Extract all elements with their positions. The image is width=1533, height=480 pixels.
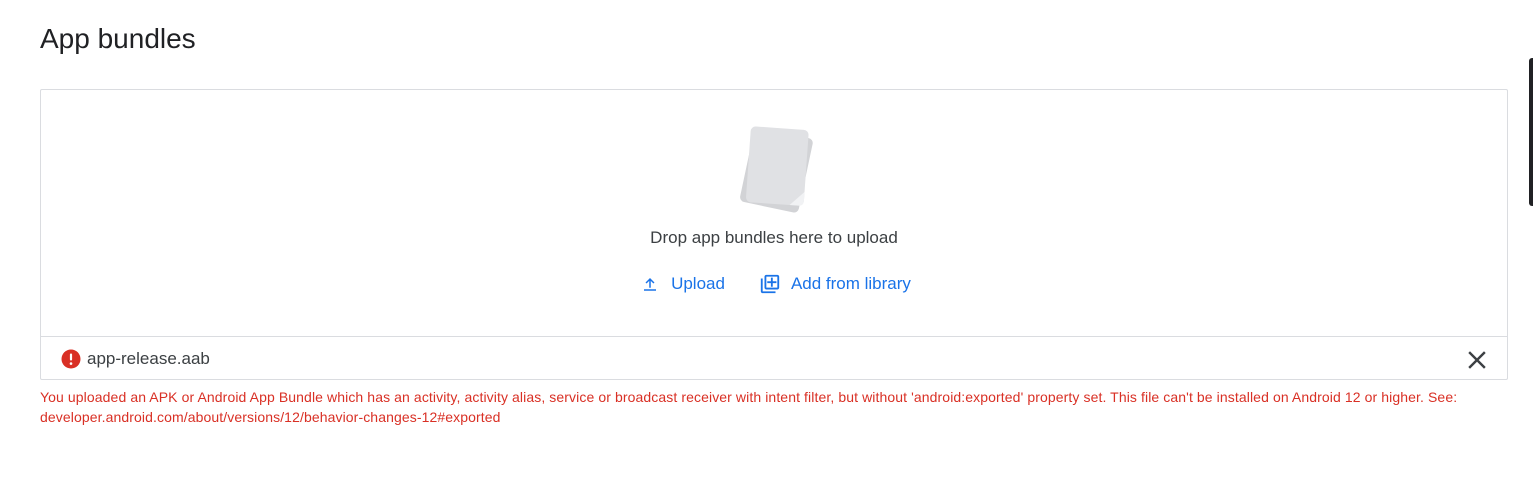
page-title: App bundles xyxy=(40,23,196,54)
close-icon xyxy=(1468,351,1486,369)
upload-button[interactable]: Upload xyxy=(637,270,727,298)
upload-error-message: You uploaded an APK or Android App Bundl… xyxy=(40,389,1458,425)
add-from-library-button[interactable]: Add from library xyxy=(757,270,913,298)
dropzone[interactable]: Drop app bundles here to upload Upload A… xyxy=(41,90,1507,336)
add-to-library-icon xyxy=(759,273,781,295)
error-icon xyxy=(61,349,81,369)
file-name: app-release.aab xyxy=(87,349,210,368)
side-panel-edge[interactable] xyxy=(1529,58,1533,206)
upload-card: Drop app bundles here to upload Upload A… xyxy=(40,89,1508,380)
remove-file-button[interactable] xyxy=(1465,348,1489,372)
drop-instruction: Drop app bundles here to upload xyxy=(650,228,898,247)
file-stack-icon xyxy=(740,126,813,213)
upload-actions: Upload Add from library xyxy=(41,270,1507,298)
upload-icon xyxy=(639,273,661,295)
upload-button-label: Upload xyxy=(671,274,725,293)
add-from-library-label: Add from library xyxy=(790,274,911,293)
uploaded-file-row: app-release.aab xyxy=(41,336,1507,380)
app-bundles-page: App bundles Drop app bundles here to upl… xyxy=(0,0,1533,480)
